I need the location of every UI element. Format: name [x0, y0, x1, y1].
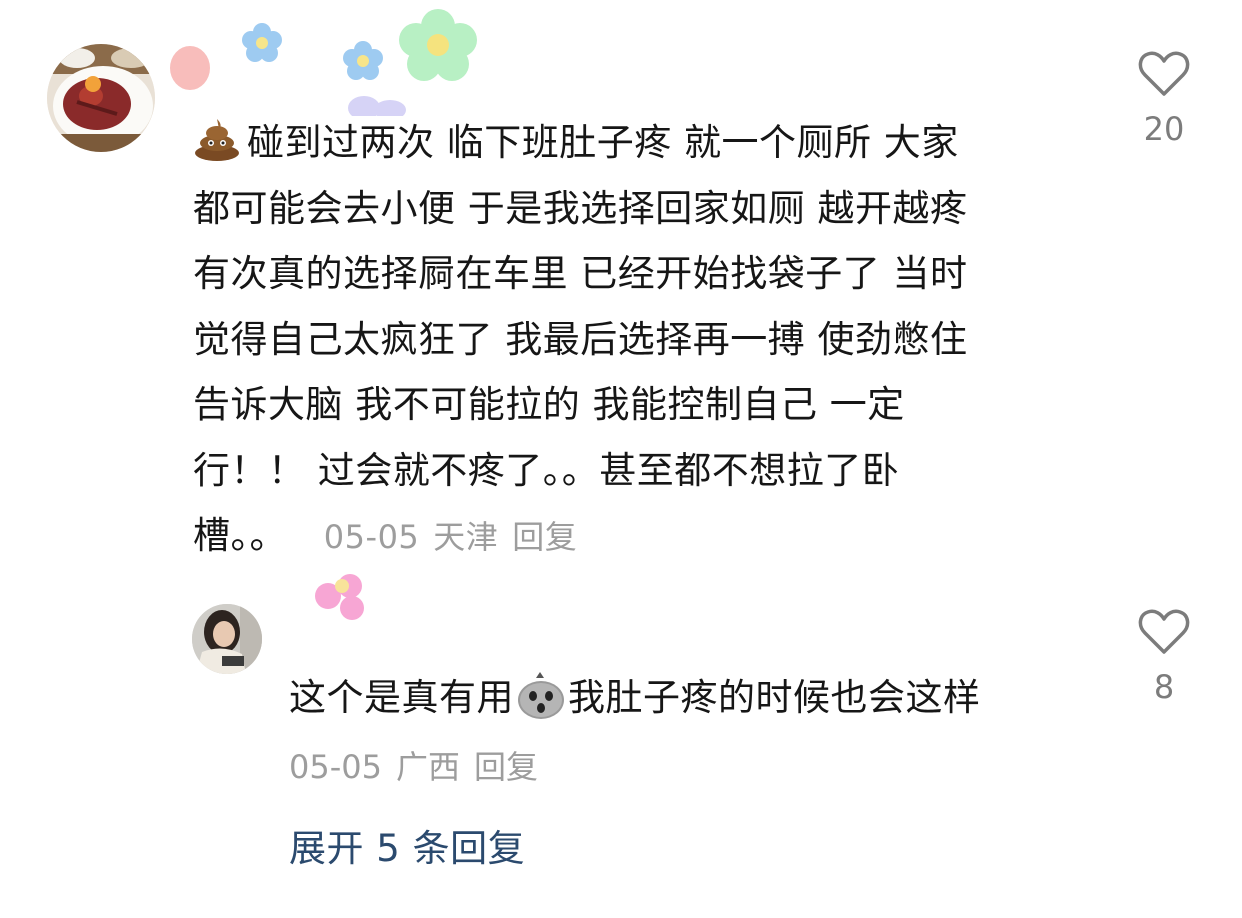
flower-decoration-pink-icon: [315, 574, 364, 620]
comment-line: 有次真的选择屙在车里 已经开始找袋子了 当时: [193, 252, 968, 295]
comment-line: 告诉大脑 我不可能拉的 我能控制自己 一定: [193, 383, 905, 426]
avatar[interactable]: [47, 44, 155, 152]
reply-like: 8: [1124, 608, 1204, 706]
reply-text-before: 这个是真有用: [289, 676, 514, 719]
comment-line: 行！！ 过会就不疼了。。甚至都不想拉了卧: [193, 448, 900, 492]
comment-line-text: 槽。。: [193, 514, 287, 557]
comment-line: 都可能会去小便 于是我选择回家如厕 越开越疼: [193, 186, 968, 230]
reply-meta: 05-05 广西 回复: [289, 742, 552, 788]
like-count: 20: [1143, 110, 1185, 148]
heart-icon[interactable]: [1138, 50, 1190, 98]
expand-replies-link[interactable]: 展开 5 条回复: [289, 818, 525, 872]
comment-meta: 05-05 天津 回复: [324, 518, 592, 556]
comment-location: 天津: [433, 518, 499, 556]
comment-date: 05-05: [323, 518, 420, 556]
comment-last-line: 槽。。 05-05 天津 回复: [193, 503, 1083, 571]
reply-reply-button[interactable]: 回复: [474, 748, 538, 786]
reply-location: 广西: [395, 748, 460, 786]
flower-decoration-pink-icon: [170, 46, 210, 90]
comment-text: 碰到过两次 临下班肚子疼 就一个厕所 大家 都可能会去小便 于是我选择回家如厕 …: [193, 110, 1083, 571]
comment-line: 觉得自己太疯狂了 我最后选择再一搏 使劲憋住: [193, 317, 968, 361]
flower-decoration-blue-icon: [242, 23, 282, 62]
reply-date: 05-05: [289, 748, 382, 786]
flower-decoration-blue-icon: [343, 41, 383, 80]
comment-reply-button[interactable]: 回复: [512, 518, 577, 556]
heart-icon[interactable]: [1138, 608, 1190, 656]
avatar[interactable]: [192, 604, 262, 674]
flower-decoration-green-icon: [399, 9, 477, 81]
avatar-image: [192, 604, 262, 674]
scared-face-emoji-icon: [518, 672, 564, 719]
poop-emoji-icon: [195, 119, 239, 161]
avatar-image: [47, 44, 155, 152]
like-count: 8: [1153, 668, 1175, 706]
comment-line: 碰到过两次 临下班肚子疼 就一个厕所 大家: [193, 110, 1083, 176]
comment-line-text: 碰到过两次 临下班肚子疼 就一个厕所 大家: [247, 121, 959, 164]
reply-text: 这个是真有用 我肚子疼的时候也会这样: [289, 670, 1109, 726]
reply-text-after: 我肚子疼的时候也会这样: [568, 676, 981, 719]
comment-like: 20: [1124, 50, 1204, 148]
